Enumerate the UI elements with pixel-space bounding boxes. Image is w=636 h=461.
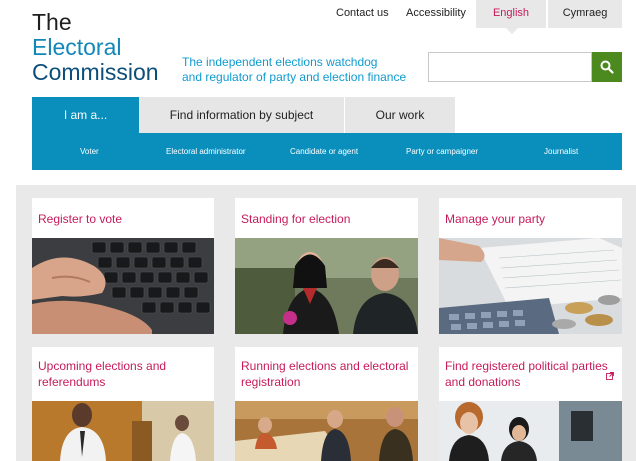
search-button[interactable]	[592, 52, 622, 82]
card-image-keyboard	[32, 238, 214, 334]
card-title: Standing for election	[241, 212, 351, 226]
card-image-count	[235, 401, 418, 461]
language-english-label: English	[492, 7, 530, 19]
tagline-line-2: and regulator of party and election fina…	[182, 70, 407, 84]
tab-find-information[interactable]: Find information by subject	[139, 97, 345, 133]
logo-line-2: Electoral	[32, 34, 122, 60]
search-input[interactable]	[428, 52, 592, 82]
card-title: Find registered political parties and do…	[445, 359, 608, 389]
subnav-voter[interactable]: Voter	[80, 147, 99, 156]
card-register-to-vote[interactable]: Register to vote	[32, 198, 214, 334]
count-officials-image	[235, 401, 418, 461]
tagline-line-1: The independent elections watchdog	[182, 55, 378, 69]
polling-station-image	[32, 401, 214, 461]
card-image-office	[439, 401, 622, 461]
logo-line-1: The	[32, 9, 72, 35]
subnav-party-or-campaigner[interactable]: Party or campaigner	[406, 147, 478, 156]
card-image-polling-station	[32, 401, 214, 461]
card-standing-for-election[interactable]: Standing for election	[235, 198, 418, 334]
card-manage-your-party[interactable]: Manage your party	[439, 198, 622, 334]
card-title: Manage your party	[445, 212, 546, 226]
site-tagline: The independent elections watchdog and r…	[182, 55, 406, 85]
card-title: Upcoming elections and referendums	[38, 359, 167, 389]
search-icon	[600, 60, 614, 74]
subnav-candidate-or-agent[interactable]: Candidate or agent	[290, 147, 358, 156]
active-language-notch	[506, 28, 518, 34]
contact-us-link[interactable]: Contact us	[336, 7, 389, 19]
subnav-electoral-administrator[interactable]: Electoral administrator	[166, 147, 246, 156]
main-nav-tabs: I am a... Find information by subject Ou…	[32, 97, 455, 133]
card-upcoming-elections[interactable]: Upcoming elections and referendums	[32, 347, 214, 461]
card-image-candidate	[235, 238, 418, 334]
language-cymraeg-label: Cymraeg	[562, 7, 608, 19]
tab-our-work[interactable]: Our work	[345, 97, 455, 133]
tab-i-am-a[interactable]: I am a...	[32, 97, 139, 133]
language-cymraeg[interactable]: Cymraeg	[548, 0, 622, 28]
keyboard-image	[32, 238, 214, 334]
logo-line-3: Commission	[32, 59, 159, 85]
card-image-calculator	[439, 238, 622, 334]
external-link-icon	[606, 372, 614, 380]
subnav-journalist[interactable]: Journalist	[544, 147, 578, 156]
card-find-parties-donations[interactable]: Find registered political parties and do…	[439, 347, 622, 461]
audience-subnav: Voter Electoral administrator Candidate …	[32, 133, 622, 170]
site-logo[interactable]: The Electoral Commission	[32, 10, 159, 85]
candidate-image	[235, 238, 418, 334]
language-english[interactable]: English	[476, 0, 546, 34]
card-title: Running elections and electoral registra…	[241, 359, 409, 389]
card-title: Register to vote	[38, 212, 123, 226]
office-workers-image	[439, 401, 622, 461]
calculator-image	[439, 238, 622, 334]
card-running-elections[interactable]: Running elections and electoral registra…	[235, 347, 418, 461]
accessibility-link[interactable]: Accessibility	[406, 7, 466, 19]
